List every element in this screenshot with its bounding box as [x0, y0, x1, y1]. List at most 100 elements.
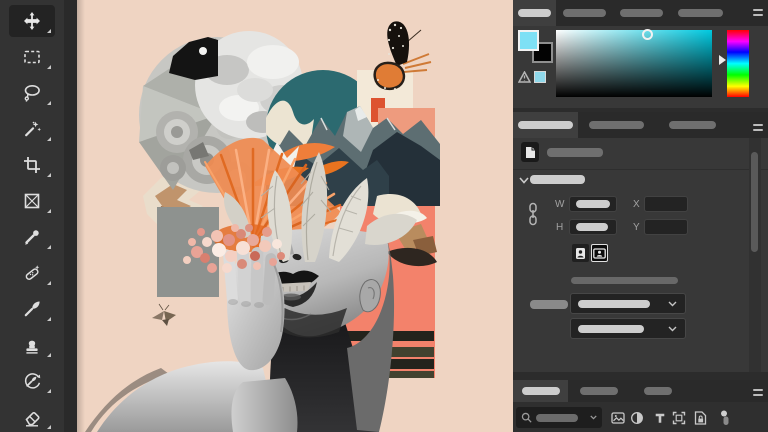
pasteboard-gutter — [64, 0, 77, 432]
crop-icon — [22, 155, 42, 175]
brush-icon — [22, 299, 42, 319]
right-panel-rail: W X H Y — [513, 0, 768, 432]
tool-brush[interactable] — [9, 293, 55, 325]
tool-history-brush[interactable] — [9, 365, 55, 397]
tool-flyout-indicator — [47, 317, 51, 321]
color-panel-tab-4[interactable] — [670, 0, 730, 26]
scrollbar-thumb[interactable] — [751, 152, 758, 252]
portrait-orientation-button[interactable] — [572, 244, 589, 262]
link-dimensions-icon[interactable] — [527, 202, 539, 226]
properties-tab-1[interactable] — [513, 112, 578, 138]
adjustment-layer-filter-icon[interactable] — [629, 410, 644, 425]
y-label: Y — [633, 220, 640, 236]
panel-menu-icon[interactable] — [753, 9, 763, 16]
hue-slider-arrow — [719, 55, 726, 65]
separator-placeholder — [571, 277, 678, 284]
clone-stamp-icon — [22, 335, 42, 355]
eyedropper-icon — [22, 227, 42, 247]
photo-editor-app: W X H Y — [0, 0, 768, 432]
layers-tab-3[interactable] — [630, 380, 685, 402]
chevron-down-icon[interactable] — [519, 177, 529, 184]
x-label: X — [633, 197, 640, 213]
scrollbar-track[interactable] — [749, 138, 761, 372]
smart-object-filter-icon[interactable] — [693, 410, 708, 425]
healing-brush-icon — [22, 263, 42, 283]
document-name-placeholder — [547, 148, 603, 157]
gamut-swatch[interactable] — [534, 71, 546, 83]
landscape-orientation-button[interactable] — [591, 244, 608, 262]
properties-tab-2[interactable] — [578, 112, 655, 138]
tool-flyout-indicator — [47, 389, 51, 393]
tool-flyout-indicator — [47, 173, 51, 177]
chevron-down-icon — [590, 415, 597, 420]
tool-eraser[interactable] — [9, 401, 55, 432]
panel-menu-icon[interactable] — [753, 389, 763, 396]
tool-flyout-indicator — [47, 101, 51, 105]
type-layer-filter-icon[interactable] — [652, 410, 667, 425]
canvas-area[interactable] — [77, 0, 513, 432]
marquee-icon — [22, 47, 42, 67]
pixel-layer-filter-icon[interactable] — [610, 410, 625, 425]
color-panel-tab-2[interactable] — [556, 0, 612, 26]
properties-tabbar — [513, 112, 768, 138]
height-field[interactable] — [569, 219, 617, 235]
layers-tabbar — [513, 380, 768, 402]
dropdown-2[interactable] — [570, 318, 686, 339]
layers-filter-row — [513, 402, 768, 432]
chevron-down-icon — [668, 326, 677, 332]
properties-tab-3[interactable] — [655, 112, 730, 138]
saturation-brightness-field[interactable] — [556, 30, 712, 97]
document-icon — [521, 142, 539, 162]
move-icon — [22, 11, 42, 31]
toolbar — [0, 0, 64, 432]
tool-flyout-indicator — [47, 425, 51, 429]
layer-filtering-toggle-icon[interactable] — [717, 410, 732, 425]
tool-rectangular-marquee[interactable] — [9, 41, 55, 73]
tool-move[interactable] — [9, 5, 55, 37]
history-brush-icon — [22, 371, 42, 391]
section-divider — [513, 169, 768, 170]
tool-flyout-indicator — [47, 209, 51, 213]
properties-body: W X H Y — [513, 138, 768, 372]
x-field[interactable] — [644, 196, 688, 212]
tool-flyout-indicator — [47, 29, 51, 33]
tool-flyout-indicator — [47, 353, 51, 357]
magic-wand-icon — [22, 119, 42, 139]
layers-tab-2[interactable] — [568, 380, 630, 402]
width-field[interactable] — [569, 196, 617, 212]
dropdown-label-placeholder — [530, 300, 568, 309]
tool-flyout-indicator — [47, 137, 51, 141]
layer-search-box[interactable] — [516, 407, 602, 428]
tool-eyedropper[interactable] — [9, 221, 55, 253]
hue-slider[interactable] — [727, 30, 749, 97]
tool-clone-stamp[interactable] — [9, 329, 55, 361]
eraser-icon — [22, 407, 42, 427]
lasso-icon — [22, 83, 42, 103]
dropdown-1[interactable] — [570, 293, 686, 314]
height-label: H — [556, 220, 563, 236]
color-panel-tab-1[interactable] — [513, 0, 556, 26]
width-label: W — [555, 197, 564, 213]
tool-flyout-indicator — [47, 245, 51, 249]
tool-flyout-indicator — [47, 281, 51, 285]
gray-square — [157, 207, 219, 297]
section-title-placeholder — [530, 175, 585, 184]
y-field[interactable] — [644, 219, 688, 235]
gamut-warning-icon — [518, 70, 531, 88]
color-panel-tabbar — [513, 0, 768, 26]
panel-divider — [513, 372, 768, 380]
tool-healing-brush[interactable] — [9, 257, 55, 289]
tool-frame[interactable] — [9, 185, 55, 217]
tool-crop[interactable] — [9, 149, 55, 181]
tool-lasso[interactable] — [9, 77, 55, 109]
search-icon — [521, 412, 532, 423]
chevron-down-icon — [668, 301, 677, 307]
tool-magic-wand[interactable] — [9, 113, 55, 145]
layers-tab-1[interactable] — [513, 380, 568, 402]
frame-layer-filter-icon[interactable] — [671, 410, 686, 425]
foreground-color-swatch[interactable] — [518, 30, 539, 51]
color-panel-tab-3[interactable] — [612, 0, 670, 26]
color-picker-cursor[interactable] — [642, 29, 653, 40]
tool-flyout-indicator — [47, 65, 51, 69]
panel-menu-icon[interactable] — [753, 124, 763, 131]
